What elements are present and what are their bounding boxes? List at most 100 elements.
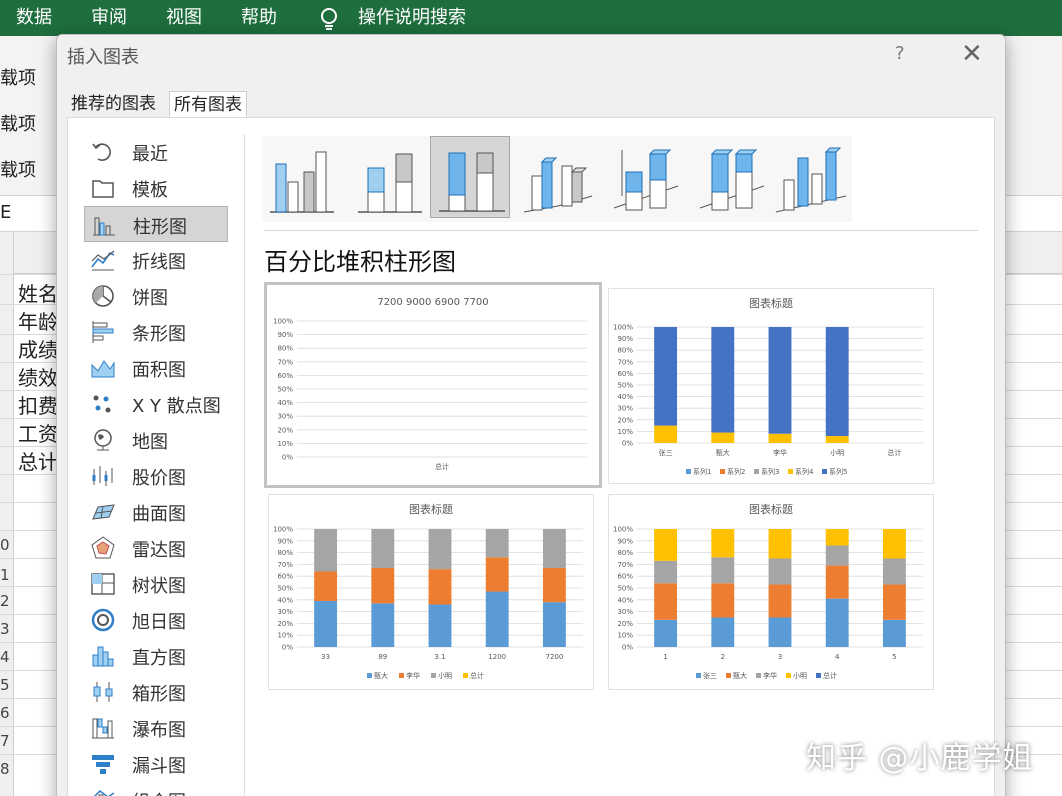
chart-category-scatter-chart[interactable]: X Y 散点图 xyxy=(84,386,228,422)
chart-category-bar-chart[interactable]: 条形图 xyxy=(84,314,228,350)
chart-preview-3[interactable]: 图表标题 100% 90% 80% 70% 60% 50% 40% 30% 20% 10% 0% 33 8… xyxy=(268,494,594,690)
chart-preview-2[interactable]: 图表标题 100% 90% 80% 70% 60% 50% 40% 30% 20% 10% 0% 张三 甄… xyxy=(608,288,934,484)
ribbon-tab-review[interactable]: 审阅 xyxy=(91,0,127,36)
row-number[interactable]: 7 xyxy=(0,732,10,750)
bar-segment xyxy=(485,557,509,592)
chart-category-recent[interactable]: 最近 xyxy=(84,134,228,170)
column-chart-icon xyxy=(93,217,115,236)
bar-segment xyxy=(314,600,338,647)
row-number[interactable]: 4 xyxy=(0,648,10,666)
row-number[interactable]: 3 xyxy=(0,620,10,638)
bar-segment xyxy=(371,603,395,647)
area-chart-icon xyxy=(91,360,115,378)
cell-label[interactable]: 成绩 xyxy=(18,334,58,363)
chart-category-area-chart[interactable]: 面积图 xyxy=(84,350,228,386)
tab-recommended-charts[interactable]: 推荐的图表 xyxy=(67,91,160,119)
funnel-chart-icon xyxy=(92,755,114,774)
ribbon-tab-bar: 数据 审阅 视图 帮助 操作说明搜索 xyxy=(0,0,1062,36)
chart-preview-1[interactable]: 7200 9000 6900 7700 100% 90% 80% 70% 60% 50% 40… xyxy=(264,282,602,488)
chart-category-box-chart[interactable]: 箱形图 xyxy=(84,674,228,710)
row-number[interactable]: 5 xyxy=(0,676,10,694)
y-tick-label: 0% xyxy=(282,644,293,652)
chart-category-column-chart[interactable]: 柱形图 xyxy=(84,206,228,242)
chart-category-label: 组合图 xyxy=(132,788,186,796)
legend-label: 总计 xyxy=(823,671,837,680)
ribbon-addin-item[interactable]: 载项 xyxy=(0,156,36,182)
y-tick-label: 10% xyxy=(277,632,293,640)
name-box[interactable]: E xyxy=(0,202,11,223)
y-tick-label: 60% xyxy=(617,573,633,581)
radar-chart-icon xyxy=(91,536,115,559)
chart-category-surface-chart[interactable]: 曲面图 xyxy=(84,494,228,530)
chart-subtype-title: 百分比堆积柱形图 xyxy=(264,248,456,276)
chart-category-histogram-chart[interactable]: 直方图 xyxy=(84,638,228,674)
ribbon-tab-data[interactable]: 数据 xyxy=(16,0,52,36)
bar-segment xyxy=(654,425,678,443)
map-chart-icon xyxy=(94,429,112,451)
row-number[interactable]: 8 xyxy=(0,760,10,778)
legend-label: 李华 xyxy=(763,671,777,680)
chart-preview-4[interactable]: 图表标题 100% 90% 80% 70% 60% 50% 40% 30% 20% 10% 0% 1 2 3… xyxy=(608,494,934,690)
row-number[interactable]: 0 xyxy=(0,536,10,554)
chart-category-combo-chart[interactable]: 组合图 xyxy=(84,782,228,796)
percent-stacked-column-subtype[interactable] xyxy=(430,136,510,218)
3d-stacked-column-subtype[interactable] xyxy=(606,136,686,218)
cell-label[interactable]: 总计 xyxy=(18,446,58,475)
ribbon-addin-item[interactable]: 载项 xyxy=(0,64,36,90)
clustered-column-subtype[interactable] xyxy=(262,136,342,218)
chart-category-waterfall-chart[interactable]: 瀑布图 xyxy=(84,710,228,746)
waterfall-chart-icon xyxy=(92,718,114,739)
stacked-column-subtype[interactable] xyxy=(350,136,430,218)
box-chart-icon xyxy=(93,682,113,702)
chart-category-label: 面积图 xyxy=(132,360,186,381)
tab-all-charts[interactable]: 所有图表 xyxy=(169,91,247,119)
chart-category-radar-chart[interactable]: 雷达图 xyxy=(84,530,228,566)
bar-segment xyxy=(371,567,395,604)
legend-label: 系列4 xyxy=(795,467,814,476)
3d-column-subtype[interactable] xyxy=(772,136,852,218)
x-tick-label: 3.1 xyxy=(434,653,445,661)
y-tick-label: 30% xyxy=(617,405,633,413)
cell-label[interactable]: 年龄 xyxy=(18,306,58,335)
chart-category-map-chart[interactable]: 地图 xyxy=(84,422,228,458)
bar-segment xyxy=(825,565,849,599)
chart-category-label: 最近 xyxy=(132,144,168,165)
row-number[interactable]: 6 xyxy=(0,704,10,722)
3d-percent-stacked-column-subtype[interactable] xyxy=(692,136,772,218)
y-tick-label: 100% xyxy=(273,318,293,326)
bar-segment xyxy=(711,557,735,584)
chart-category-folder[interactable]: 模板 xyxy=(84,170,228,206)
chart-category-funnel-chart[interactable]: 漏斗图 xyxy=(84,746,228,782)
panel-divider xyxy=(244,134,245,796)
legend-swatch xyxy=(399,673,404,678)
x-tick-label: 1200 xyxy=(488,653,506,661)
legend-swatch xyxy=(696,673,701,678)
bar-segment xyxy=(711,583,735,618)
legend-swatch xyxy=(788,469,793,474)
legend-label: 张三 xyxy=(703,671,717,680)
cell-label[interactable]: 绩效 xyxy=(18,362,58,391)
bar-segment xyxy=(882,584,906,620)
tell-me-search[interactable]: 操作说明搜索 xyxy=(358,0,466,36)
legend-swatch xyxy=(463,673,468,678)
cell-label[interactable]: 扣费 xyxy=(18,390,58,419)
chart-category-stock-chart[interactable]: 股价图 xyxy=(84,458,228,494)
chart-category-pie-chart[interactable]: 饼图 xyxy=(84,278,228,314)
cell-label[interactable]: 姓名 xyxy=(18,278,58,307)
chart-category-line-chart[interactable]: 折线图 xyxy=(84,242,228,278)
ribbon-tab-view[interactable]: 视图 xyxy=(166,0,202,36)
ribbon-addin-item[interactable]: 载项 xyxy=(0,110,36,136)
3d-clustered-column-subtype[interactable] xyxy=(518,136,598,218)
ribbon-tab-help[interactable]: 帮助 xyxy=(241,0,277,36)
y-tick-label: 90% xyxy=(617,537,633,545)
cell-label[interactable]: 工资 xyxy=(18,418,58,447)
chart-category-sunburst-chart[interactable]: 旭日图 xyxy=(84,602,228,638)
y-tick-label: 80% xyxy=(277,549,293,557)
help-button[interactable]: ? xyxy=(895,43,905,64)
chart-category-label: 饼图 xyxy=(132,288,168,309)
x-tick-label: 甄大 xyxy=(716,448,730,457)
row-number[interactable]: 2 xyxy=(0,592,10,610)
chart-category-treemap-chart[interactable]: 树状图 xyxy=(84,566,228,602)
close-button[interactable]: ✕ xyxy=(961,39,983,69)
row-number[interactable]: 1 xyxy=(0,566,10,584)
